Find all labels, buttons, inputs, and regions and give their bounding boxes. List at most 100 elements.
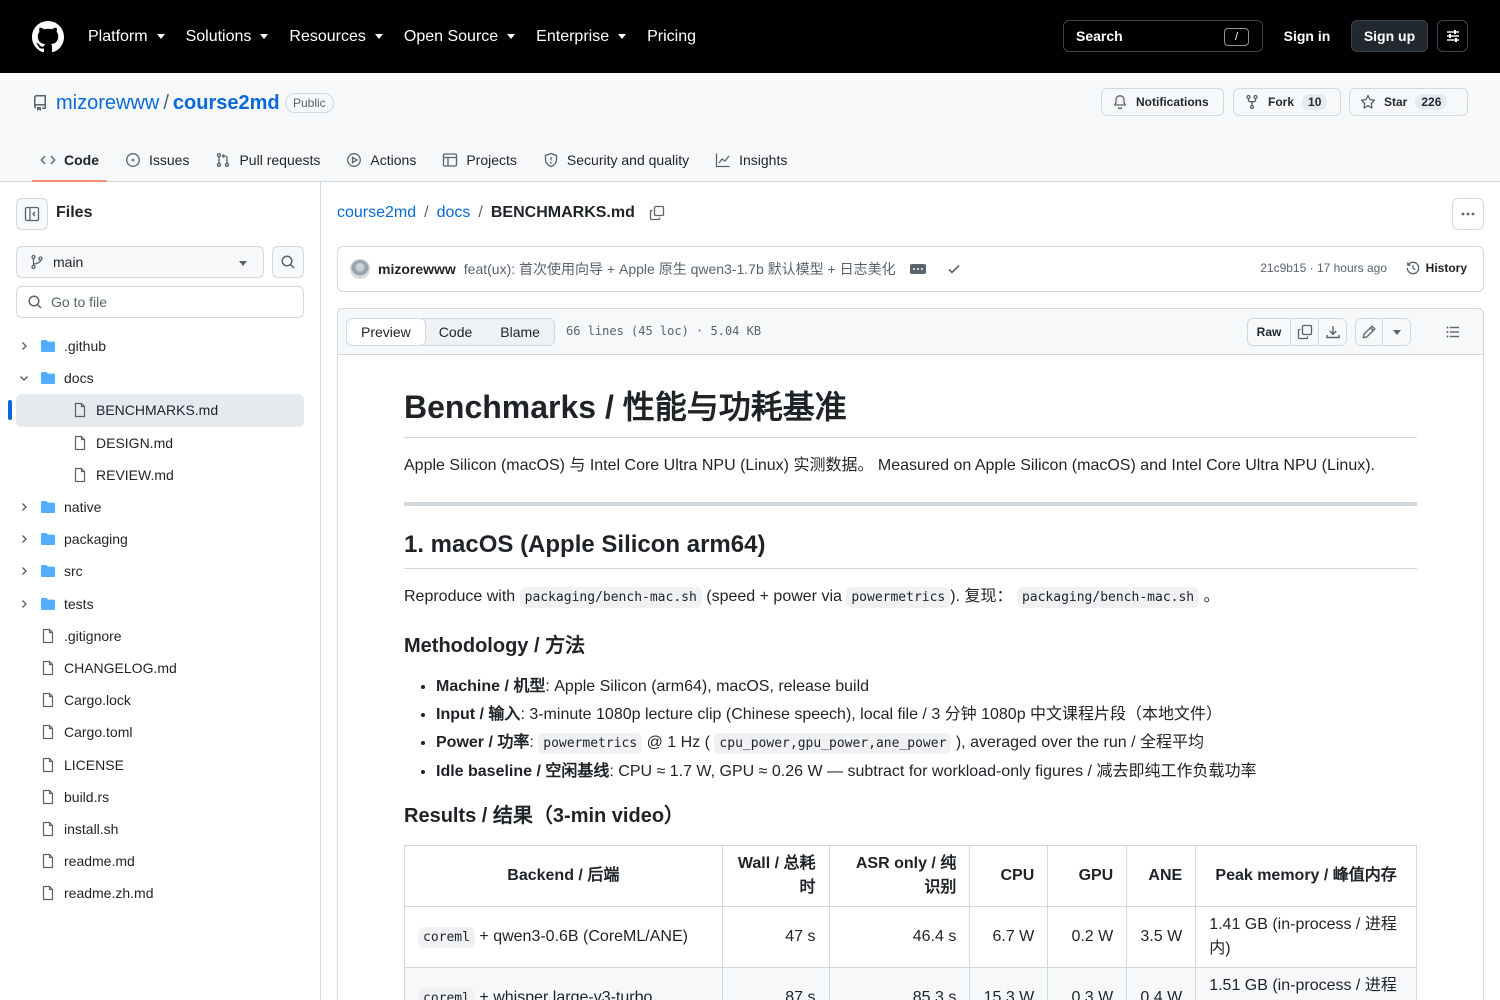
view-mode-switch: Preview Code Blame [346, 318, 555, 346]
chevron-right-icon[interactable] [16, 598, 32, 610]
edit-button[interactable] [1355, 318, 1383, 346]
fork-button[interactable]: Fork 10 [1233, 88, 1341, 116]
search-files-button[interactable] [272, 246, 304, 278]
breadcrumb-separator: / [478, 204, 483, 221]
expand-commit-message-icon[interactable] [909, 264, 926, 274]
fork-count: 10 [1302, 94, 1328, 110]
collapse-sidebar-button[interactable] [16, 198, 48, 230]
search-icon [281, 255, 295, 269]
tree-file[interactable]: CHANGELOG.md [16, 652, 304, 684]
nav-item-open-source[interactable]: Open Source [404, 28, 516, 46]
download-button[interactable] [1319, 318, 1347, 346]
doc-lead: Apple Silicon (macOS) 与 Intel Core Ultra… [404, 457, 1376, 474]
repo-owner-link[interactable]: mizorewww [56, 92, 159, 115]
file-icon [40, 660, 56, 676]
file-view: course2md / docs / BENCHMARKS.md mizorew… [321, 182, 1500, 1000]
nav-item-pricing[interactable]: Pricing [647, 28, 696, 46]
tree-file[interactable]: .gitignore [16, 620, 304, 652]
tab-insights[interactable]: Insights [707, 138, 795, 182]
edit-options-button[interactable] [1383, 318, 1411, 346]
star-button[interactable]: Star 226 [1349, 88, 1468, 116]
tree-file[interactable]: Cargo.lock [16, 684, 304, 716]
tree-folder[interactable]: tests [16, 588, 304, 620]
tree-folder[interactable]: .github [16, 330, 304, 362]
table-cell: 0.2 W [1047, 906, 1128, 968]
branch-selector[interactable]: main [16, 246, 264, 278]
nav-item-label: Platform [88, 27, 148, 45]
go-to-file-input[interactable]: Go to file [16, 286, 304, 318]
chevron-down-icon[interactable] [16, 372, 32, 384]
nav-item-platform[interactable]: Platform [88, 28, 165, 46]
appearance-settings-button[interactable] [1437, 20, 1468, 52]
breadcrumb-dir-link[interactable]: docs [437, 204, 471, 222]
nav-item-enterprise[interactable]: Enterprise [536, 28, 627, 46]
table-cell: 85.3 s [828, 967, 971, 1000]
tree-item-label: BENCHMARKS.md [96, 402, 219, 419]
chevron-right-icon[interactable] [16, 565, 32, 577]
list-item-text: : CPU ≈ 1.7 W, GPU ≈ 0.26 W — subtract f… [609, 763, 1257, 780]
tree-file[interactable]: LICENSE [16, 748, 304, 780]
commit-sha-time[interactable]: 21c9b15 · 17 hours ago [1260, 261, 1387, 275]
repro-text: ). 复现： [950, 588, 1017, 605]
tab-code[interactable]: Code [32, 138, 107, 182]
tree-file[interactable]: readme.md [16, 845, 304, 877]
code-tab[interactable]: Code [425, 319, 486, 345]
tree-file[interactable]: BENCHMARKS.md [8, 394, 304, 427]
file-content-box: Preview Code Blame 66 lines (45 loc) · 5… [337, 308, 1484, 1000]
preview-tab[interactable]: Preview [346, 318, 426, 346]
chevron-right-icon[interactable] [16, 340, 32, 352]
tab-issues[interactable]: Issues [117, 138, 197, 182]
tab-label: Projects [466, 152, 517, 168]
notifications-button[interactable]: Notifications [1101, 88, 1224, 116]
tree-file[interactable]: readme.zh.md [16, 877, 304, 909]
breadcrumb-repo-link[interactable]: course2md [337, 204, 416, 222]
tab-projects[interactable]: Projects [434, 138, 525, 182]
file-icon [40, 853, 56, 869]
sign-up-button[interactable]: Sign up [1351, 20, 1428, 52]
cell-text: + whisper large-v3-turbo [474, 988, 653, 1000]
check-icon[interactable] [946, 261, 962, 277]
search-button[interactable]: Search / [1063, 20, 1263, 52]
nav-item-solutions[interactable]: Solutions [186, 28, 269, 46]
folder-icon [40, 596, 56, 612]
copy-path-button[interactable] [649, 205, 665, 221]
chevron-down-icon [156, 34, 165, 39]
tree-folder[interactable]: packaging [16, 523, 304, 555]
tree-file[interactable]: build.rs [16, 781, 304, 813]
chevron-right-icon[interactable] [16, 533, 32, 545]
section-heading-macos: 1. macOS (Apple Silicon arm64) [404, 530, 1417, 569]
chevron-down-icon [618, 34, 627, 39]
tab-security-and-quality[interactable]: Security and quality [535, 138, 697, 182]
tree-file[interactable]: install.sh [16, 813, 304, 845]
avatar[interactable] [350, 259, 370, 279]
history-button[interactable]: History [1405, 260, 1467, 276]
more-options-button[interactable] [1452, 198, 1484, 230]
tab-actions[interactable]: Actions [338, 138, 424, 182]
inline-code: cpu_power,gpu_power,ane_power [714, 733, 952, 754]
tree-folder[interactable]: src [16, 555, 304, 587]
chevron-right-icon[interactable] [16, 501, 32, 513]
nav-item-resources[interactable]: Resources [289, 28, 383, 46]
tree-file[interactable]: Cargo.toml [16, 716, 304, 748]
tab-pull-requests[interactable]: Pull requests [207, 138, 328, 182]
table-cell: 3.5 W [1126, 906, 1197, 968]
methodology-heading: Methodology / 方法 [404, 635, 586, 657]
tree-item-label: .gitignore [64, 627, 122, 644]
tree-folder[interactable]: native [16, 491, 304, 523]
folder-icon [40, 370, 56, 386]
sign-in-button[interactable]: Sign in [1272, 20, 1342, 52]
blame-tab[interactable]: Blame [486, 319, 554, 345]
visibility-badge: Public [285, 93, 334, 113]
repo-name-link[interactable]: course2md [173, 92, 280, 115]
tree-file[interactable]: REVIEW.md [16, 459, 304, 491]
tree-file[interactable]: DESIGN.md [16, 427, 304, 459]
tree-folder[interactable]: docs [16, 362, 304, 394]
github-logo-icon[interactable] [32, 21, 64, 53]
copy-raw-button[interactable] [1291, 318, 1319, 346]
outline-button[interactable] [1437, 318, 1469, 346]
commit-message-link[interactable]: feat(ux): 首次使用向导 + Apple 原生 qwen3-1.7b 默… [464, 259, 896, 279]
shield-icon [544, 152, 558, 168]
raw-button[interactable]: Raw [1247, 318, 1291, 346]
column-header: Peak memory / 峰值内存 [1195, 845, 1417, 907]
commit-author-link[interactable]: mizorewww [378, 261, 456, 277]
